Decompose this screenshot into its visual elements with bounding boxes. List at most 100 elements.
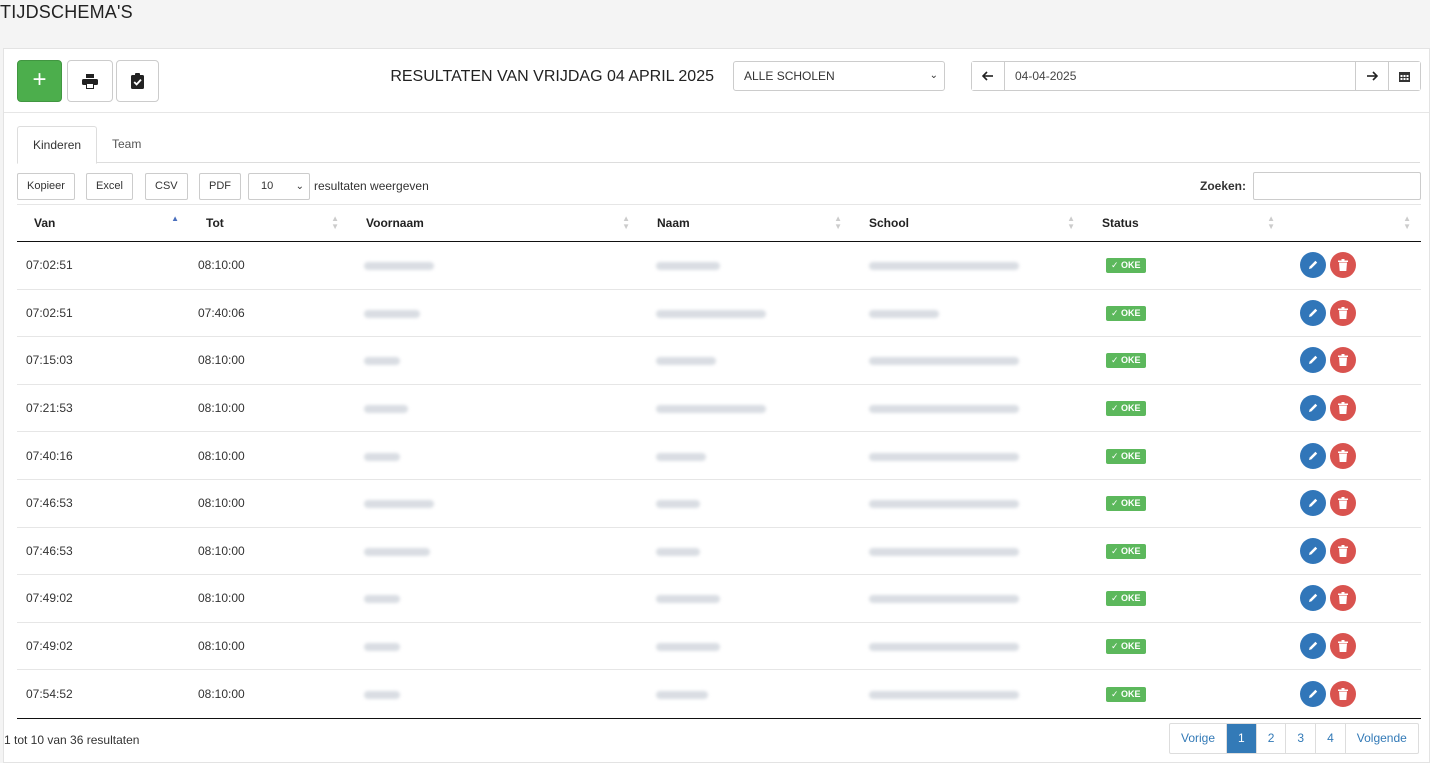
pencil-icon bbox=[1309, 403, 1318, 413]
table-info: 1 tot 10 van 36 resultaten bbox=[4, 733, 140, 747]
tab-team[interactable]: Team bbox=[97, 126, 156, 164]
redacted-text bbox=[656, 309, 766, 318]
delete-button[interactable] bbox=[1330, 537, 1356, 564]
column-header-actions[interactable]: ▲ ▼ bbox=[1285, 204, 1421, 242]
cell-voornaam bbox=[349, 431, 640, 480]
edit-button[interactable] bbox=[1300, 633, 1326, 660]
tab-kinderen[interactable]: Kinderen bbox=[17, 126, 98, 164]
page-length-select[interactable]: 10 ⌄ bbox=[248, 173, 310, 200]
add-button[interactable]: + bbox=[17, 60, 62, 102]
column-header-voornaam[interactable]: Voornaam ▲ ▼ bbox=[349, 204, 640, 242]
redacted-text bbox=[364, 595, 400, 604]
clipboard-button[interactable] bbox=[116, 60, 159, 102]
trash-icon bbox=[1338, 306, 1348, 319]
pagination-previous[interactable]: Vorige bbox=[1170, 724, 1226, 753]
school-select[interactable]: ALLE SCHOLEN ⌄ bbox=[733, 61, 945, 91]
cell-naam bbox=[640, 574, 852, 623]
cell-van: 07:02:51 bbox=[17, 288, 189, 337]
status-badge: ✓ OKE bbox=[1106, 401, 1146, 417]
date-input[interactable]: 04-04-2025 bbox=[1004, 62, 1356, 90]
cell-van: 07:15:03 bbox=[17, 336, 189, 385]
column-header-status[interactable]: Status ▲ ▼ bbox=[1085, 204, 1285, 242]
edit-button[interactable] bbox=[1300, 490, 1326, 517]
table-row: 07:21:53 08:10:00 ✓ OKE bbox=[17, 383, 1421, 432]
delete-button[interactable] bbox=[1330, 395, 1356, 422]
cell-naam bbox=[640, 478, 852, 528]
redacted-text bbox=[364, 262, 434, 271]
cell-status: ✓ OKE bbox=[1085, 242, 1285, 290]
toolbar-divider bbox=[4, 112, 1429, 113]
column-header-naam[interactable]: Naam ▲ ▼ bbox=[640, 204, 852, 242]
delete-button[interactable] bbox=[1330, 442, 1356, 469]
plus-icon: + bbox=[32, 66, 47, 93]
pencil-icon bbox=[1309, 641, 1318, 651]
cell-naam bbox=[640, 288, 852, 337]
delete-button[interactable] bbox=[1330, 490, 1356, 517]
page-length-label: resultaten weergeven bbox=[314, 179, 429, 193]
redacted-text bbox=[656, 595, 720, 604]
sort-icon: ▲ ▼ bbox=[1403, 214, 1411, 231]
copy-button[interactable]: Kopieer bbox=[17, 173, 75, 200]
trash-icon bbox=[1338, 592, 1348, 605]
pagination-page-3[interactable]: 3 bbox=[1285, 724, 1315, 753]
sort-icon: ▲ ▼ bbox=[834, 214, 842, 231]
redacted-text bbox=[869, 357, 1019, 366]
cell-actions bbox=[1285, 478, 1421, 528]
edit-button[interactable] bbox=[1300, 347, 1326, 374]
csv-button[interactable]: CSV bbox=[145, 173, 188, 200]
chevron-down-icon: ⌄ bbox=[929, 70, 938, 81]
trash-icon bbox=[1338, 640, 1348, 653]
status-badge: ✓ OKE bbox=[1106, 543, 1146, 559]
column-header-school[interactable]: School ▲ ▼ bbox=[852, 204, 1085, 242]
chevron-down-icon: ⌄ bbox=[295, 181, 304, 192]
sort-icon: ▲ ▼ bbox=[1067, 214, 1075, 231]
edit-button[interactable] bbox=[1300, 585, 1326, 612]
trash-icon bbox=[1338, 544, 1348, 557]
delete-button[interactable] bbox=[1330, 347, 1356, 374]
pagination-page-4[interactable]: 4 bbox=[1315, 724, 1345, 753]
cell-status: ✓ OKE bbox=[1085, 383, 1285, 432]
pagination-next[interactable]: Volgende bbox=[1344, 724, 1418, 753]
pagination-page-2[interactable]: 2 bbox=[1255, 724, 1286, 753]
table-row: 07:54:52 08:10:00 ✓ OKE bbox=[17, 669, 1421, 718]
cell-voornaam bbox=[349, 478, 640, 528]
calendar-button[interactable] bbox=[1388, 62, 1420, 90]
cell-van: 07:02:51 bbox=[26, 258, 73, 273]
column-header-tot[interactable]: Tot ▲ ▼ bbox=[189, 204, 349, 242]
edit-button[interactable] bbox=[1300, 252, 1326, 279]
excel-button[interactable]: Excel bbox=[86, 173, 133, 200]
column-header-van[interactable]: Van ▲ bbox=[17, 204, 189, 242]
pagination-page-1[interactable]: 1 bbox=[1226, 724, 1256, 753]
edit-button[interactable] bbox=[1300, 299, 1326, 326]
page-length-value: 10 bbox=[261, 180, 274, 192]
schedule-panel: + RESULTATEN VAN VRIJDAG 04 APRIL 2025 A… bbox=[3, 48, 1430, 763]
cell-voornaam bbox=[349, 621, 640, 670]
status-badge: ✓ OKE bbox=[1106, 639, 1146, 655]
delete-button[interactable] bbox=[1330, 633, 1356, 660]
cell-tot: 08:10:00 bbox=[189, 431, 349, 480]
print-button[interactable] bbox=[67, 60, 113, 102]
previous-day-button[interactable] bbox=[972, 62, 1004, 90]
edit-button[interactable] bbox=[1300, 680, 1326, 707]
pdf-button[interactable]: PDF bbox=[199, 173, 241, 200]
redacted-text bbox=[364, 357, 400, 366]
edit-button[interactable] bbox=[1300, 395, 1326, 422]
printer-icon bbox=[82, 73, 98, 89]
redacted-text bbox=[656, 642, 720, 651]
delete-button[interactable] bbox=[1330, 252, 1356, 279]
next-day-button[interactable] bbox=[1356, 62, 1388, 90]
cell-voornaam bbox=[349, 526, 640, 575]
edit-button[interactable] bbox=[1300, 442, 1326, 469]
cell-tot: 07:40:06 bbox=[189, 288, 349, 337]
status-label: OKE bbox=[1121, 545, 1141, 556]
cell-voornaam bbox=[349, 574, 640, 623]
trash-icon bbox=[1338, 402, 1348, 415]
delete-button[interactable] bbox=[1330, 585, 1356, 612]
delete-button[interactable] bbox=[1330, 299, 1356, 326]
delete-button[interactable] bbox=[1330, 680, 1356, 707]
cell-actions bbox=[1285, 621, 1421, 670]
edit-button[interactable] bbox=[1300, 537, 1326, 564]
status-label: OKE bbox=[1121, 307, 1141, 318]
search-input[interactable] bbox=[1253, 172, 1421, 200]
cell-school bbox=[852, 288, 1085, 337]
